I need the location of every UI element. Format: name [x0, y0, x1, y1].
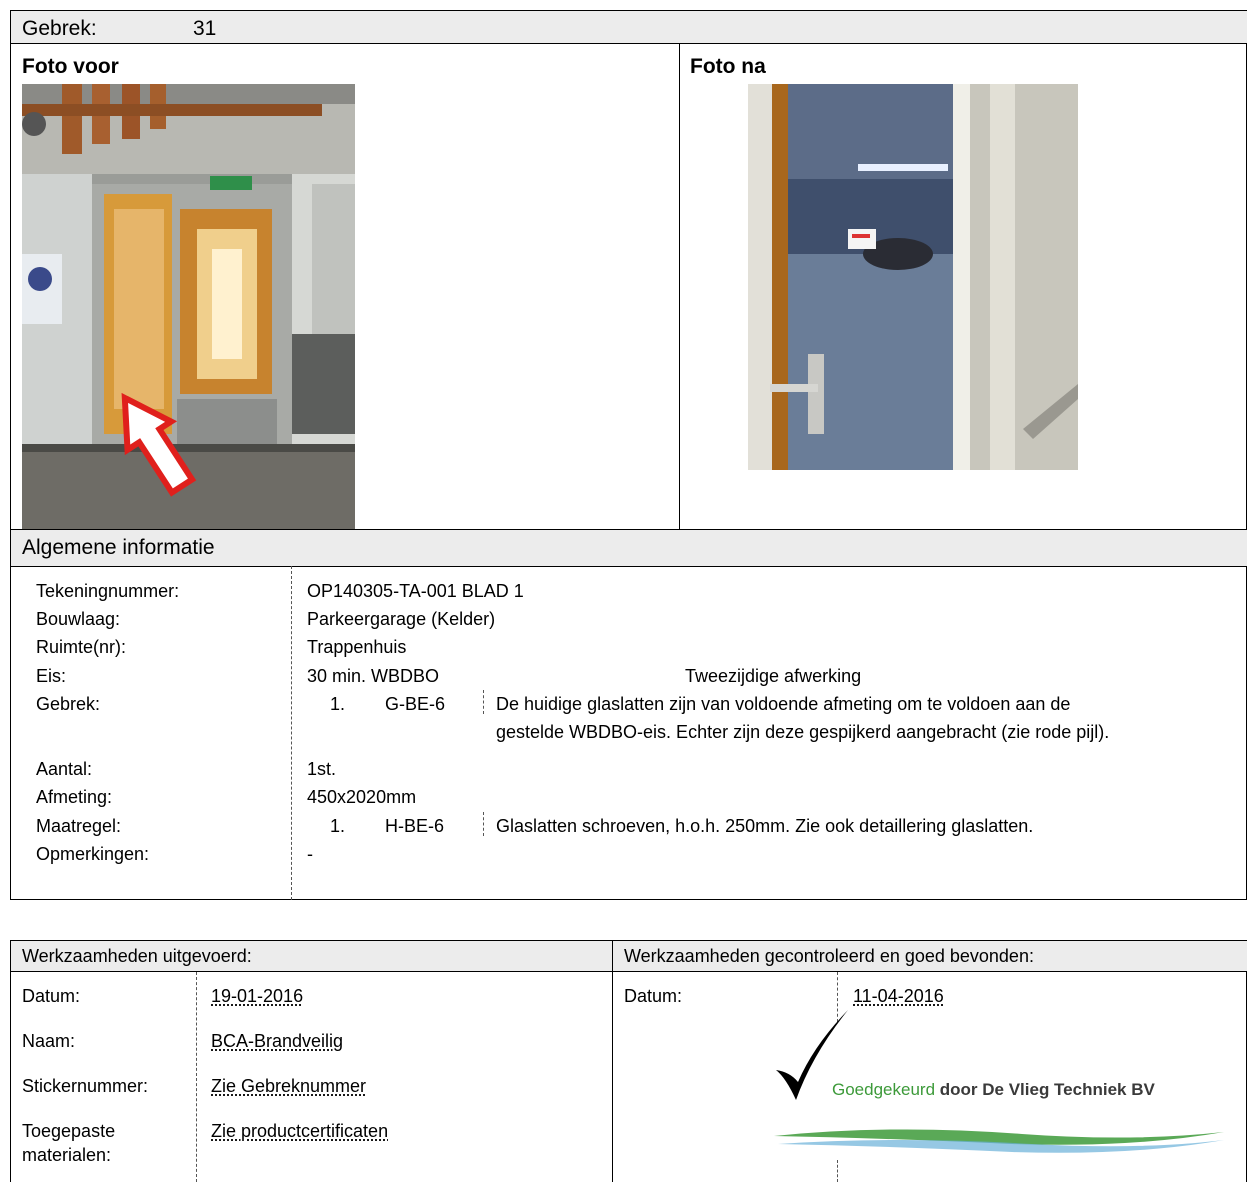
checked-divider-bottom — [837, 1160, 838, 1182]
executed-materials-label-2: materialen: — [22, 1145, 112, 1165]
defect-row-num: 1. — [330, 694, 346, 714]
drawing-value: OP140305-TA-001 BLAD 1 — [307, 581, 524, 601]
requirement-label: Eis: — [36, 666, 67, 686]
measure-code: H-BE-6 — [385, 816, 445, 836]
size-value: 450x2020mm — [307, 787, 417, 807]
executed-name-value: BCA-Brandveilig — [211, 1031, 344, 1051]
measure-text: Glaslatten schroeven, h.o.h. 250mm. Zie … — [496, 816, 1034, 836]
level-label: Bouwlaag: — [36, 609, 121, 629]
executed-name-label: Naam: — [22, 1031, 76, 1051]
photo-before — [22, 84, 355, 529]
drawing-label: Tekeningnummer: — [36, 581, 180, 601]
photo-divider — [679, 43, 680, 529]
checked-date-value: 11-04-2016 — [853, 986, 944, 1006]
remarks-label: Opmerkingen: — [36, 844, 150, 864]
executed-sticker-value: Zie Gebreknummer — [211, 1076, 367, 1096]
requirement-extra: Tweezijdige afwerking — [685, 666, 862, 686]
executed-divider — [196, 972, 197, 1182]
measure-num: 1. — [330, 816, 346, 836]
stamp-text: Goedgekeurd door De Vlieg Techniek BV — [832, 1079, 1155, 1101]
defect-row-text-2: gestelde WBDBO-eis. Echter zijn deze ges… — [496, 722, 1110, 742]
checked-title: Werkzaamheden gecontroleerd en goed bevo… — [624, 946, 1034, 966]
executed-materials-value: Zie productcertificaten — [211, 1121, 389, 1141]
count-value: 1st. — [307, 759, 337, 779]
work-divider — [612, 941, 613, 1182]
photo-after-label: Foto na — [690, 55, 766, 78]
executed-date-value: 19-01-2016 — [211, 986, 304, 1006]
general-title: Algemene informatie — [22, 536, 215, 559]
defect-row-text-1: De huidige glaslatten zijn van voldoende… — [496, 694, 1071, 714]
level-value: Parkeergarage (Kelder) — [307, 609, 496, 629]
stamp-dark-text: door De Vlieg Techniek BV — [939, 1080, 1155, 1099]
defect-row-divider — [483, 690, 484, 714]
defect-row-label: Gebrek: — [36, 694, 101, 714]
executed-date-label: Datum: — [22, 986, 81, 1006]
photo-after — [748, 84, 1078, 470]
remarks-value: - — [307, 844, 313, 864]
defect-number: 31 — [193, 17, 217, 40]
stamp-swoosh — [774, 1129, 1224, 1153]
general-divider — [291, 566, 292, 900]
executed-materials-label-1: Toegepaste — [22, 1121, 116, 1141]
measure-label: Maatregel: — [36, 816, 122, 836]
count-label: Aantal: — [36, 759, 93, 779]
defect-row-code: G-BE-6 — [385, 694, 446, 714]
defect-label: Gebrek: — [22, 17, 97, 40]
executed-sticker-label: Stickernummer: — [22, 1076, 149, 1096]
measure-divider — [483, 812, 484, 836]
room-label: Ruimte(nr): — [36, 637, 127, 657]
room-value: Trappenhuis — [307, 637, 407, 657]
checked-date-label: Datum: — [624, 986, 683, 1006]
requirement-value: 30 min. WBDBO — [307, 666, 440, 686]
stamp-green-text: Goedgekeurd — [832, 1080, 936, 1099]
photo-before-label: Foto voor — [22, 55, 119, 78]
size-label: Afmeting: — [36, 787, 113, 807]
executed-title: Werkzaamheden uitgevoerd: — [22, 946, 252, 966]
